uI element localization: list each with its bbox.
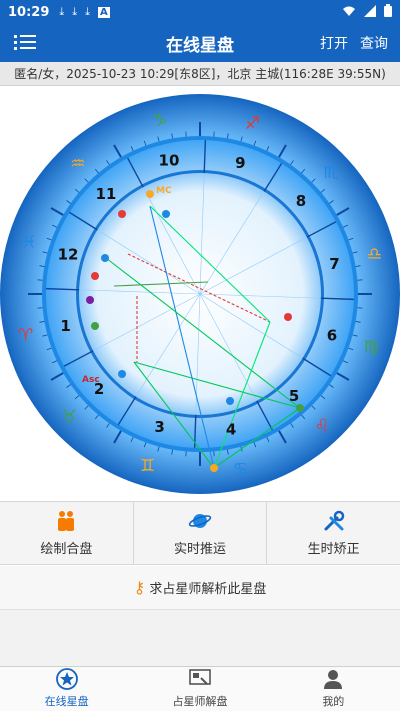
status-bar: 10:29 ⤓ ⤓ ⤓ A bbox=[0, 0, 400, 24]
tab-profile[interactable]: 我的 bbox=[267, 667, 400, 711]
house-number: 12 bbox=[58, 246, 79, 264]
app-bar: 在线星盘 打开 查询 bbox=[0, 24, 400, 62]
query-button[interactable]: 查询 bbox=[360, 33, 388, 53]
tab-label: 在线星盘 bbox=[44, 695, 89, 708]
download-icon: ⤓ bbox=[59, 5, 65, 18]
zodiac-sign-icon: ♏ bbox=[323, 163, 338, 183]
zodiac-sign-icon: ♓ bbox=[21, 233, 36, 253]
open-button[interactable]: 打开 bbox=[320, 33, 348, 53]
screen-icon bbox=[189, 669, 211, 685]
planet-icon bbox=[146, 190, 154, 198]
planet-icon bbox=[284, 313, 292, 321]
zodiac-sign-icon: ♑ bbox=[152, 111, 167, 131]
zodiac-sign-icon: ♊ bbox=[140, 456, 155, 476]
mc-label: MC bbox=[156, 186, 172, 196]
asc-label: Asc bbox=[82, 375, 100, 385]
a-icon: A bbox=[98, 6, 110, 18]
house-number: 4 bbox=[226, 420, 236, 438]
transit-button[interactable]: 实时推运 bbox=[134, 502, 268, 564]
planet-icon bbox=[188, 513, 212, 528]
planet-icon bbox=[118, 370, 126, 378]
action-label: 生时矫正 bbox=[307, 541, 360, 557]
tools-icon bbox=[324, 510, 344, 530]
planet-icon bbox=[86, 296, 94, 304]
action-label: 绘制合盘 bbox=[40, 541, 93, 557]
natal-chart[interactable]: ♈ ♉ ♊ ♋ ♌ ♍ ♎ ♏ ♐ ♑ ♒ ♓ 1 2 3 4 5 6 7 8 9 10 11 12 Asc MC bbox=[0, 86, 400, 501]
house-number: 9 bbox=[235, 154, 245, 172]
key-icon: ⚷ bbox=[133, 578, 146, 597]
chart-wheel: ♈♉♊ ♋♌♍♎♏♐♑♒♓ 123 456789101112 Asc MC bbox=[0, 94, 400, 494]
tab-online-chart[interactable]: 在线星盘 bbox=[0, 667, 133, 711]
download-icon: ⤓ bbox=[85, 5, 91, 18]
action-row: 绘制合盘 实时推运 生时矫正 bbox=[0, 501, 400, 565]
planet-icon bbox=[118, 210, 126, 218]
bottom-tab-bar: 在线星盘 占星师解盘 我的 bbox=[0, 666, 400, 711]
ask-astrologer-button[interactable]: ⚷ 求占星师解析此星盘 bbox=[0, 566, 400, 610]
house-number: 10 bbox=[159, 152, 180, 170]
zodiac-sign-icon: ♍ bbox=[364, 337, 379, 357]
planet-icon bbox=[162, 210, 170, 218]
planet-icon bbox=[210, 464, 218, 472]
zodiac-sign-icon: ♌ bbox=[314, 416, 329, 436]
rectification-button[interactable]: 生时矫正 bbox=[267, 502, 400, 564]
download-icon: ⤓ bbox=[72, 5, 78, 18]
house-number: 1 bbox=[60, 317, 70, 335]
signal-icon bbox=[364, 4, 376, 20]
zodiac-sign-icon: ♉ bbox=[61, 407, 76, 427]
synastry-button[interactable]: 绘制合盘 bbox=[0, 502, 134, 564]
zodiac-sign-icon: ♎ bbox=[367, 245, 382, 265]
tab-label: 我的 bbox=[322, 695, 345, 708]
couple-icon bbox=[58, 510, 75, 531]
action-label: 实时推运 bbox=[174, 541, 227, 557]
planet-icon bbox=[101, 254, 109, 262]
zodiac-sign-icon: ♐ bbox=[245, 114, 260, 134]
star-icon bbox=[55, 668, 78, 690]
house-number: 11 bbox=[95, 185, 116, 203]
status-time: 10:29 bbox=[8, 4, 50, 20]
house-number: 5 bbox=[289, 387, 299, 405]
planet-icon bbox=[296, 404, 304, 412]
tab-astrologer[interactable]: 占星师解盘 bbox=[133, 667, 266, 711]
zodiac-sign-icon: ♈ bbox=[18, 325, 33, 345]
zodiac-sign-icon: ♋ bbox=[233, 459, 248, 479]
house-number: 7 bbox=[329, 255, 339, 273]
empty-area bbox=[0, 610, 400, 666]
battery-icon bbox=[384, 4, 392, 20]
house-number: 8 bbox=[296, 192, 306, 210]
planet-icon bbox=[91, 272, 99, 280]
ask-label: 求占星师解析此星盘 bbox=[149, 582, 267, 597]
tab-label: 占星师解盘 bbox=[172, 695, 228, 708]
wifi-icon bbox=[342, 5, 356, 20]
user-icon bbox=[324, 670, 343, 689]
planet-icon bbox=[91, 322, 99, 330]
chart-info-bar: 匿名/女，2025-10-23 10:29[东8区]，北京 主城(116:28E… bbox=[0, 62, 400, 86]
zodiac-sign-icon: ♒ bbox=[70, 154, 85, 174]
house-number: 6 bbox=[327, 326, 337, 344]
house-number: 3 bbox=[154, 418, 164, 436]
planet-icon bbox=[226, 397, 234, 405]
